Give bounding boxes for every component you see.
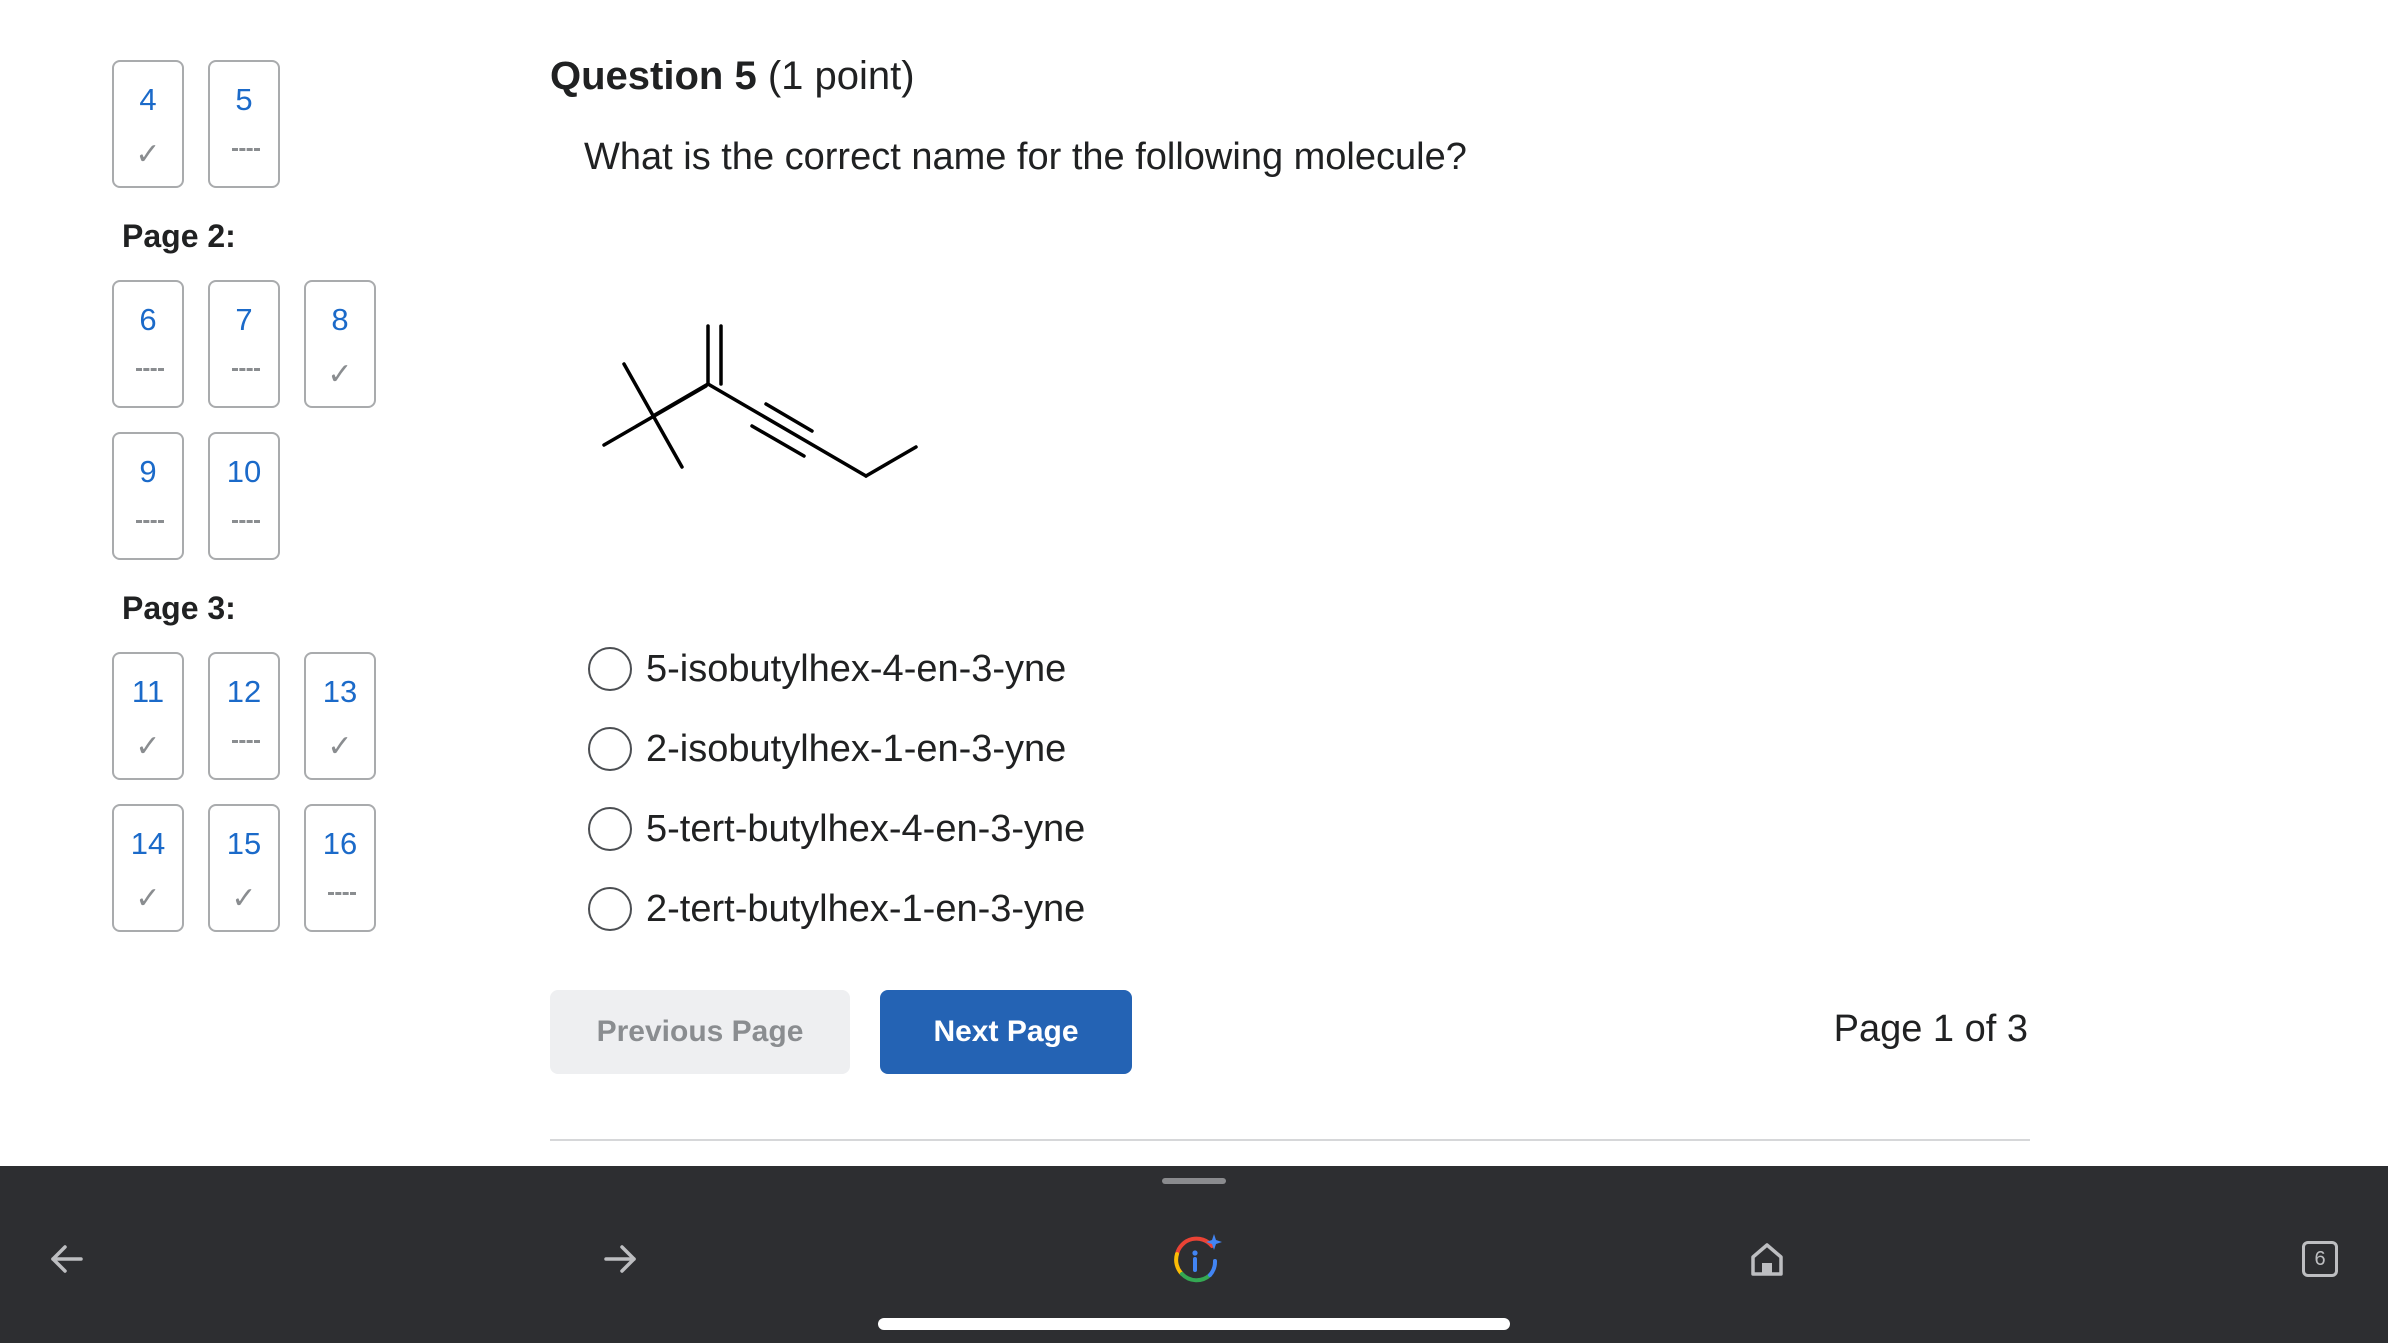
question-number: 13 (322, 674, 358, 709)
question-number: 7 (235, 302, 253, 337)
question-number: 16 (322, 826, 358, 861)
question-box-12[interactable]: 12 (208, 652, 280, 780)
question-box-5[interactable]: 5 (208, 60, 280, 188)
home-indicator-bar (878, 1318, 1510, 1330)
answered-check-icon: ✓ (327, 358, 353, 391)
divider (550, 1139, 2030, 1141)
question-box-14[interactable]: 14 ✓ (112, 804, 184, 932)
previous-page-button[interactable]: Previous Page (550, 990, 850, 1074)
next-page-button[interactable]: Next Page (880, 990, 1132, 1074)
radio-button[interactable] (588, 647, 632, 691)
unanswered-dash-icon (328, 892, 356, 895)
answered-check-icon: ✓ (135, 138, 161, 171)
answer-option-2[interactable]: 2-isobutylhex-1-en-3-yne (588, 724, 1066, 774)
sheet-grab-handle[interactable] (1162, 1178, 1226, 1184)
question-box-10[interactable]: 10 (208, 432, 280, 560)
question-box-8[interactable]: 8 ✓ (304, 280, 376, 408)
question-number: 12 (226, 674, 262, 709)
forward-arrow-icon[interactable] (585, 1224, 655, 1294)
molecule-structure-image (602, 324, 918, 478)
question-number: 11 (131, 674, 165, 709)
google-info-icon[interactable] (1160, 1224, 1230, 1294)
page-2-label: Page 2: (122, 218, 236, 254)
unanswered-dash-icon (232, 368, 260, 371)
answered-check-icon: ✓ (135, 730, 161, 763)
question-box-6[interactable]: 6 (112, 280, 184, 408)
question-box-4[interactable]: 4 ✓ (112, 60, 184, 188)
home-icon[interactable] (1732, 1224, 1802, 1294)
answer-option-label: 5-tert-butylhex-4-en-3-yne (646, 807, 1086, 850)
unanswered-dash-icon (232, 520, 260, 523)
tabs-count: 6 (2302, 1241, 2338, 1277)
answered-check-icon: ✓ (231, 882, 257, 915)
answer-option-label: 2-isobutylhex-1-en-3-yne (646, 727, 1067, 770)
answer-option-1[interactable]: 5-isobutylhex-4-en-3-yne (588, 644, 1066, 694)
question-number: 4 (139, 82, 157, 117)
unanswered-dash-icon (136, 368, 164, 371)
question-box-13[interactable]: 13 ✓ (304, 652, 376, 780)
unanswered-dash-icon (232, 740, 260, 743)
question-box-7[interactable]: 7 (208, 280, 280, 408)
question-number: 10 (226, 454, 262, 489)
answer-option-label: 2-tert-butylhex-1-en-3-yne (646, 887, 1086, 930)
radio-button[interactable] (588, 807, 632, 851)
answer-option-label: 5-isobutylhex-4-en-3-yne (646, 647, 1067, 690)
question-number: 5 (235, 82, 253, 117)
question-title: Question 5 (550, 54, 757, 98)
question-box-9[interactable]: 9 (112, 432, 184, 560)
answer-option-4[interactable]: 2-tert-butylhex-1-en-3-yne (588, 884, 1085, 934)
question-number: 8 (331, 302, 349, 337)
question-number: 15 (226, 826, 262, 861)
page-3-label: Page 3: (122, 590, 236, 626)
question-heading: Question 5 (1 point) (550, 54, 915, 99)
answered-check-icon: ✓ (327, 730, 353, 763)
page-indicator: Page 1 of 3 (1833, 1008, 2028, 1050)
question-box-16[interactable]: 16 (304, 804, 376, 932)
browser-toolbar: 6 (0, 1166, 2388, 1343)
question-text: What is the correct name for the followi… (584, 136, 1467, 178)
radio-button[interactable] (588, 887, 632, 931)
radio-button[interactable] (588, 727, 632, 771)
question-box-15[interactable]: 15 ✓ (208, 804, 280, 932)
answered-check-icon: ✓ (135, 882, 161, 915)
unanswered-dash-icon (232, 148, 260, 151)
unanswered-dash-icon (136, 520, 164, 523)
question-number: 9 (139, 454, 157, 489)
question-points: (1 point) (767, 54, 915, 98)
question-box-11[interactable]: 11 ✓ (112, 652, 184, 780)
tabs-count-icon[interactable]: 6 (2285, 1224, 2355, 1294)
question-navigator: 4 ✓ 5 Page 2: 6 7 8 ✓ 9 10 Page 3: 11 ✓ … (0, 0, 420, 1166)
question-number: 14 (130, 826, 166, 861)
back-arrow-icon[interactable] (32, 1224, 102, 1294)
question-number: 6 (139, 302, 157, 337)
answer-option-3[interactable]: 5-tert-butylhex-4-en-3-yne (588, 804, 1085, 854)
